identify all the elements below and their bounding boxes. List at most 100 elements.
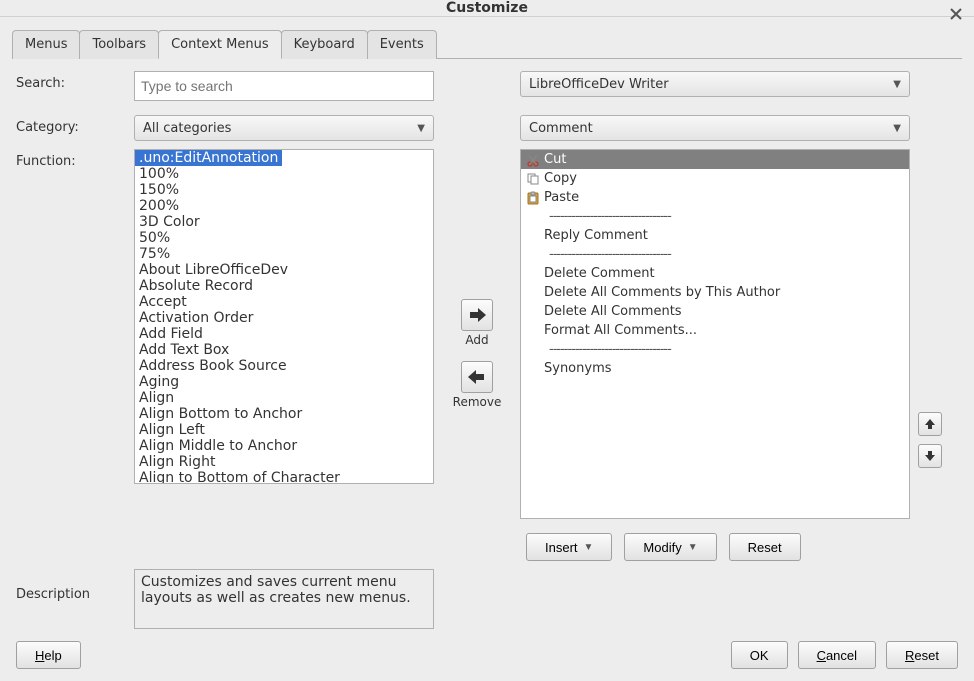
- chevron-down-icon: ▼: [893, 123, 901, 134]
- help-label: Help: [35, 648, 62, 663]
- menu-item[interactable]: Delete All Comments by This Author: [521, 283, 909, 302]
- tab-bar: Menus Toolbars Context Menus Keyboard Ev…: [0, 17, 974, 58]
- reset-panel-button[interactable]: Reset: [729, 533, 801, 561]
- menu-separator[interactable]: ---------------------------------: [521, 207, 909, 226]
- function-item[interactable]: 50%: [135, 230, 433, 246]
- tab-context-menus[interactable]: Context Menus: [158, 30, 282, 59]
- menu-item[interactable]: Reply Comment: [521, 226, 909, 245]
- menu-items-listbox[interactable]: CutCopyPaste----------------------------…: [520, 149, 910, 519]
- function-item[interactable]: Accept: [135, 294, 433, 310]
- function-item[interactable]: Absolute Record: [135, 278, 433, 294]
- context-menu-dropdown[interactable]: Comment ▼: [520, 115, 910, 141]
- add-button[interactable]: [461, 299, 493, 331]
- customize-dialog: Customize Menus Toolbars Context Menus K…: [0, 0, 974, 657]
- move-up-button[interactable]: [918, 412, 942, 436]
- menu-item[interactable]: Paste: [521, 188, 909, 207]
- function-item[interactable]: Align Right: [135, 454, 433, 470]
- target-dropdown[interactable]: LibreOfficeDev Writer ▼: [520, 71, 910, 97]
- reset-label: Reset: [905, 648, 939, 663]
- category-label: Category:: [16, 115, 126, 141]
- tab-toolbars[interactable]: Toolbars: [79, 30, 159, 59]
- menu-item[interactable]: Format All Comments...: [521, 321, 909, 340]
- reset-panel-label: Reset: [748, 540, 782, 555]
- menu-item-label: Format All Comments...: [544, 322, 697, 339]
- ok-label: OK: [750, 648, 769, 663]
- ok-button[interactable]: OK: [731, 641, 788, 669]
- function-item[interactable]: 3D Color: [135, 214, 433, 230]
- arrow-left-icon: [466, 366, 488, 388]
- menu-item-label: Copy: [544, 170, 577, 187]
- function-item[interactable]: Address Book Source: [135, 358, 433, 374]
- insert-button[interactable]: Insert ▼: [526, 533, 612, 561]
- help-button[interactable]: Help: [16, 641, 81, 669]
- dialog-footer: Help OK Cancel Reset: [0, 629, 974, 681]
- menu-item-label: Delete All Comments: [544, 303, 682, 320]
- function-item[interactable]: Align Bottom to Anchor: [135, 406, 433, 422]
- menu-item-label: Reply Comment: [544, 227, 648, 244]
- function-item[interactable]: .uno:EditAnnotation: [135, 150, 282, 166]
- function-item[interactable]: 200%: [135, 198, 433, 214]
- cut-icon: [525, 153, 541, 167]
- insert-label: Insert: [545, 540, 578, 555]
- tab-keyboard[interactable]: Keyboard: [281, 30, 368, 59]
- function-item[interactable]: Align to Bottom of Character: [135, 470, 433, 484]
- close-icon[interactable]: [948, 6, 964, 22]
- function-item[interactable]: 75%: [135, 246, 433, 262]
- function-label: Function:: [16, 149, 126, 561]
- search-input[interactable]: [134, 71, 434, 101]
- menu-item[interactable]: Synonyms: [521, 359, 909, 378]
- function-item[interactable]: 100%: [135, 166, 433, 182]
- description-box: Customizes and saves current menu layout…: [134, 569, 434, 629]
- reset-button[interactable]: Reset: [886, 641, 958, 669]
- cancel-button[interactable]: Cancel: [798, 641, 876, 669]
- category-dropdown-value: All categories: [143, 121, 231, 136]
- modify-label: Modify: [643, 540, 681, 555]
- menu-separator[interactable]: ---------------------------------: [521, 245, 909, 264]
- function-item[interactable]: Add Text Box: [135, 342, 433, 358]
- chevron-down-icon: ▼: [417, 123, 425, 134]
- chevron-down-icon: ▼: [688, 542, 698, 553]
- menu-item[interactable]: Delete Comment: [521, 264, 909, 283]
- function-item[interactable]: Aging: [135, 374, 433, 390]
- function-item[interactable]: Align: [135, 390, 433, 406]
- menu-item-label: Delete Comment: [544, 265, 655, 282]
- description-label: Description: [16, 569, 126, 629]
- tab-panel: Search: LibreOfficeDev Writer ▼ Category…: [12, 58, 962, 629]
- remove-button[interactable]: [461, 361, 493, 393]
- category-dropdown[interactable]: All categories ▼: [134, 115, 434, 141]
- menu-item-label: Paste: [544, 189, 579, 206]
- function-item[interactable]: 150%: [135, 182, 433, 198]
- function-listbox[interactable]: .uno:EditAnnotation100%150%200%3D Color5…: [134, 149, 434, 484]
- cancel-label: Cancel: [817, 648, 857, 663]
- function-item[interactable]: Add Field: [135, 326, 433, 342]
- window-title: Customize: [446, 0, 528, 16]
- menu-item-label: Delete All Comments by This Author: [544, 284, 780, 301]
- remove-label: Remove: [453, 395, 502, 409]
- menu-item-label: Synonyms: [544, 360, 612, 377]
- target-dropdown-value: LibreOfficeDev Writer: [529, 77, 669, 92]
- tab-menus[interactable]: Menus: [12, 30, 80, 59]
- copy-icon: [525, 172, 541, 186]
- tab-events[interactable]: Events: [367, 30, 437, 59]
- function-item[interactable]: Activation Order: [135, 310, 433, 326]
- arrow-right-icon: [466, 304, 488, 326]
- menu-separator[interactable]: ---------------------------------: [521, 340, 909, 359]
- titlebar: Customize: [0, 0, 974, 17]
- menu-item[interactable]: Delete All Comments: [521, 302, 909, 321]
- search-label: Search:: [16, 71, 126, 101]
- function-item[interactable]: Align Middle to Anchor: [135, 438, 433, 454]
- context-menu-dropdown-value: Comment: [529, 121, 593, 136]
- function-item[interactable]: Align Left: [135, 422, 433, 438]
- modify-button[interactable]: Modify ▼: [624, 533, 716, 561]
- chevron-down-icon: ▼: [584, 542, 594, 553]
- function-item[interactable]: About LibreOfficeDev: [135, 262, 433, 278]
- add-label: Add: [465, 333, 488, 347]
- move-down-button[interactable]: [918, 444, 942, 468]
- paste-icon: [525, 191, 541, 205]
- menu-item[interactable]: Copy: [521, 169, 909, 188]
- arrow-up-icon: [923, 417, 937, 431]
- menu-item[interactable]: Cut: [521, 150, 909, 169]
- arrow-down-icon: [923, 449, 937, 463]
- chevron-down-icon: ▼: [893, 79, 901, 90]
- menu-item-label: Cut: [544, 151, 566, 168]
